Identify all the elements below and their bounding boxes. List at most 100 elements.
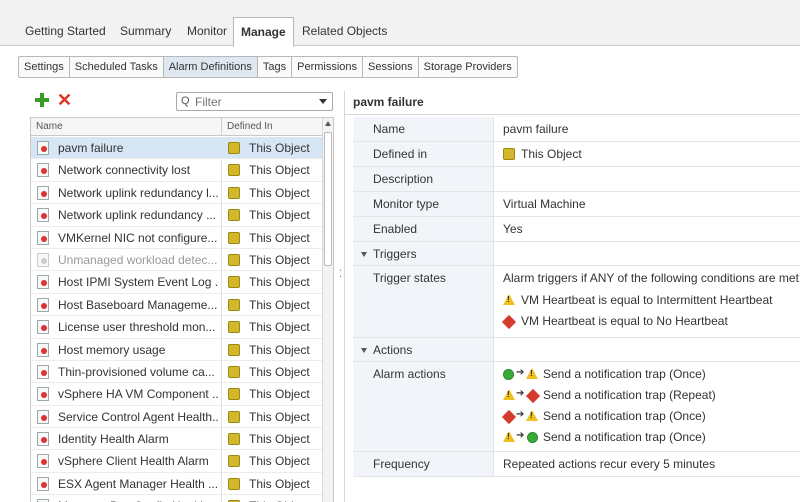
table-row[interactable]: Host Baseboard Manageme... This Object	[31, 294, 322, 317]
defined-in: This Object	[249, 454, 310, 469]
arrow-right-icon: ➔	[516, 430, 525, 441]
prop-monitor-type-row: Monitor type Virtual Machine	[353, 192, 800, 217]
table-row[interactable]: vSphere Client Health Alarm This Object	[31, 450, 322, 473]
alarm-definition-icon	[37, 163, 49, 178]
object-icon	[228, 298, 240, 311]
trigger-text: VM Heartbeat is equal to Intermittent He…	[521, 293, 773, 307]
object-icon	[228, 164, 240, 177]
prop-label: Monitor type	[373, 197, 440, 211]
critical-icon	[501, 409, 517, 425]
table-row[interactable]: vSphere HA VM Component ... This Object	[31, 383, 322, 406]
table-row[interactable]: Message Bus Config Health ...This Object	[31, 495, 322, 502]
table-row[interactable]: Service Control Agent Health... This Obje…	[31, 406, 322, 429]
tab-related-objects[interactable]: Related Objects	[295, 19, 394, 46]
plus-icon[interactable]	[35, 93, 49, 107]
subtab-tags[interactable]: Tags	[258, 57, 293, 77]
scroll-thumb[interactable]	[324, 132, 332, 266]
alarm-name: vSphere HA VM Component ...	[58, 387, 218, 402]
trigger-intro: Alarm triggers if ANY of the following c…	[503, 271, 800, 285]
alarm-definition-icon	[37, 432, 49, 447]
action-text: Send a notification trap (Once)	[543, 430, 706, 444]
prop-label: Name	[373, 122, 406, 136]
alarm-name: Identity Health Alarm	[58, 432, 169, 447]
prop-label: Defined in	[373, 147, 428, 161]
grid-scrollbar[interactable]	[322, 118, 333, 502]
section-actions[interactable]: Actions	[353, 338, 800, 362]
arrow-right-icon: ➔	[516, 409, 525, 420]
prop-frequency-row: Frequency Repeated actions recur every 5…	[353, 452, 800, 477]
scroll-up-icon[interactable]	[325, 121, 331, 126]
alarm-definition-icon	[37, 208, 49, 223]
subtab-sessions[interactable]: Sessions	[363, 57, 419, 77]
warning-icon	[526, 410, 538, 421]
object-icon	[228, 365, 240, 378]
grid-header: Name Defined In	[31, 118, 333, 136]
alarm-definition-icon	[37, 364, 49, 379]
subtab-scheduled-tasks[interactable]: Scheduled Tasks	[70, 57, 164, 77]
subtab-settings[interactable]: Settings	[19, 57, 70, 77]
alarm-definition-icon	[37, 297, 49, 312]
grip-icon: ⁚	[339, 269, 343, 280]
table-row[interactable]: Network uplink redundancy ... This Object	[31, 204, 322, 227]
object-icon	[228, 410, 240, 423]
alarm-definition-icon	[37, 141, 49, 155]
alarm-definition-icon	[37, 342, 49, 357]
prop-name-row: Name pavm failure	[353, 117, 800, 142]
table-row[interactable]: License user threshold mon... This Object	[31, 316, 322, 339]
table-row[interactable]: ESX Agent Manager Health ... This Object	[31, 473, 322, 496]
defined-in: This Object	[249, 163, 310, 178]
tab-monitor[interactable]: Monitor	[180, 19, 234, 46]
tab-summary[interactable]: Summary	[113, 19, 178, 46]
details-title: pavm failure	[353, 95, 424, 109]
object-icon	[228, 209, 240, 222]
alarm-definition-icon	[37, 230, 49, 245]
object-icon	[228, 231, 240, 244]
subtab-permissions[interactable]: Permissions	[292, 57, 364, 77]
subtab-storage-providers[interactable]: Storage Providers	[419, 57, 517, 77]
chevron-down-icon[interactable]	[319, 99, 327, 104]
object-icon	[228, 455, 240, 468]
filter-combo[interactable]: Q	[176, 92, 333, 111]
section-triggers[interactable]: Triggers	[353, 242, 800, 266]
filter-input[interactable]	[195, 94, 310, 109]
alarm-name: License user threshold mon...	[58, 320, 216, 335]
alarm-name: Host IPMI System Event Log ...	[58, 275, 218, 290]
defined-in: This Object	[249, 208, 310, 223]
object-icon	[503, 148, 515, 160]
subtab-alarm-definitions[interactable]: Alarm Definitions	[163, 57, 258, 77]
grid-rows: pavm failure This Object Network connectiv…	[31, 137, 322, 502]
prop-label: Trigger states	[373, 271, 446, 285]
column-header-defined-in[interactable]: Defined In	[227, 121, 273, 132]
table-row[interactable]: pavm failure This Object	[31, 137, 322, 160]
table-row[interactable]: Network connectivity lost This Object	[31, 159, 322, 182]
action-text: Send a notification trap (Once)	[543, 409, 706, 423]
alarm-name: Thin-provisioned volume ca...	[58, 364, 215, 379]
table-row[interactable]: Identity Health Alarm This Object	[31, 428, 322, 451]
critical-icon	[525, 388, 541, 404]
defined-in: This Object	[249, 185, 310, 200]
collapse-icon[interactable]	[361, 252, 367, 258]
ok-icon	[503, 369, 514, 380]
warning-icon	[503, 389, 515, 400]
collapse-icon[interactable]	[361, 348, 367, 354]
table-row[interactable]: Unmanaged workload detec... This Object	[31, 249, 322, 272]
tab-getting-started[interactable]: Getting Started	[18, 19, 113, 46]
column-header-name[interactable]: Name	[36, 121, 63, 132]
x-icon[interactable]: ✕	[57, 91, 73, 109]
alarm-definition-icon	[37, 185, 49, 200]
table-row[interactable]: Network uplink redundancy l... This Objec…	[31, 182, 322, 205]
table-row[interactable]: Thin-provisioned volume ca... This Object	[31, 361, 322, 384]
table-row[interactable]: VMKernel NIC not configure... This Object	[31, 227, 322, 249]
object-icon	[228, 477, 240, 490]
search-icon: Q	[181, 95, 190, 107]
prop-value: This Object	[521, 147, 582, 161]
tab-manage[interactable]: Manage	[233, 17, 294, 47]
alarm-definition-icon	[37, 409, 49, 424]
defined-in: This Object	[249, 230, 310, 245]
table-row[interactable]: Host IPMI System Event Log ... This Objec…	[31, 271, 322, 294]
action-text: Send a notification trap (Once)	[543, 367, 706, 381]
prop-value: Virtual Machine	[503, 197, 586, 211]
alarm-definition-icon	[37, 387, 49, 402]
table-row[interactable]: Host memory usage This Object	[31, 339, 322, 361]
alarm-name: Network uplink redundancy ...	[58, 208, 217, 223]
